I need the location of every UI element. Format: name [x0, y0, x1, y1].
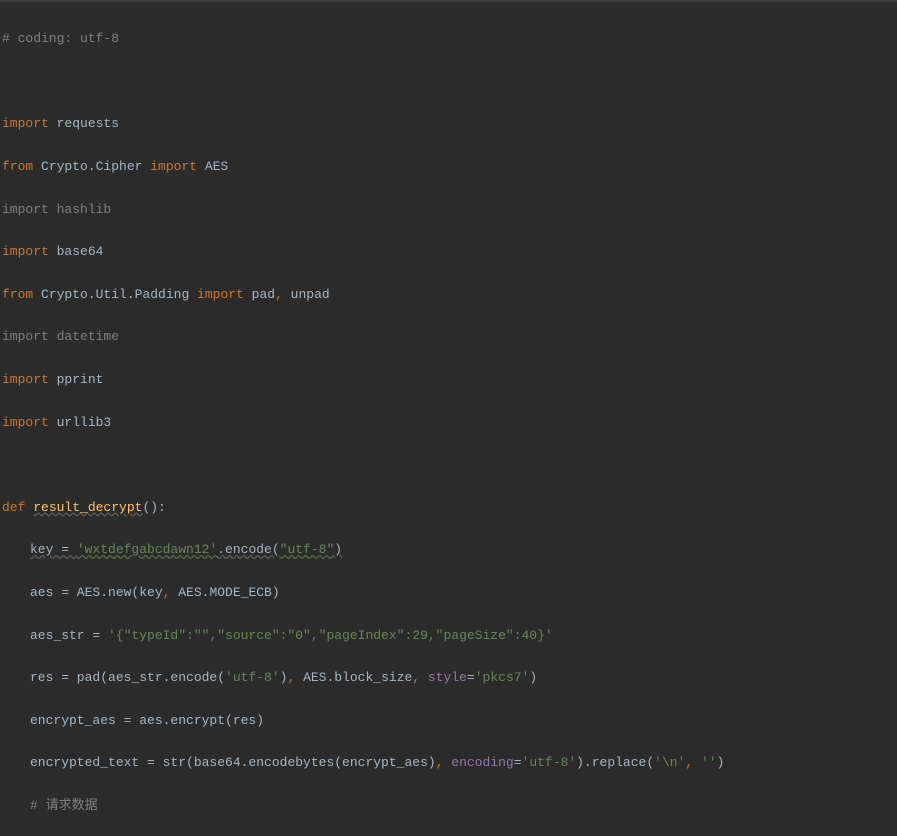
code-line[interactable] [0, 71, 897, 92]
code-line[interactable]: import base64 [0, 241, 897, 262]
code-line[interactable]: aes_str = '{"typeId":"","source":"0","pa… [0, 625, 897, 646]
code-line[interactable]: import pprint [0, 369, 897, 390]
code-line[interactable]: def result_decrypt(): [0, 497, 897, 518]
code-line[interactable]: # 请求数据 [0, 795, 897, 816]
code-line[interactable]: from Crypto.Util.Padding import pad, unp… [0, 284, 897, 305]
code-line[interactable]: from Crypto.Cipher import AES [0, 156, 897, 177]
code-line[interactable]: encrypted_text = str(base64.encodebytes(… [0, 752, 897, 773]
code-line[interactable]: encrypt_aes = aes.encrypt(res) [0, 710, 897, 731]
code-line[interactable]: aes = AES.new(key, AES.MODE_ECB) [0, 582, 897, 603]
code-editor[interactable]: # coding: utf-8 import requests from Cry… [0, 3, 897, 836]
code-line[interactable]: res = pad(aes_str.encode('utf-8'), AES.b… [0, 667, 897, 688]
code-line[interactable]: # coding: utf-8 [0, 28, 897, 49]
code-line[interactable]: key = 'wxtdefgabcdawn12'.encode("utf-8") [0, 539, 897, 560]
code-line[interactable]: import urllib3 [0, 412, 897, 433]
code-line[interactable]: import requests [0, 113, 897, 134]
code-line[interactable]: import hashlib [0, 199, 897, 220]
code-line[interactable] [0, 454, 897, 475]
code-line[interactable]: import datetime [0, 326, 897, 347]
